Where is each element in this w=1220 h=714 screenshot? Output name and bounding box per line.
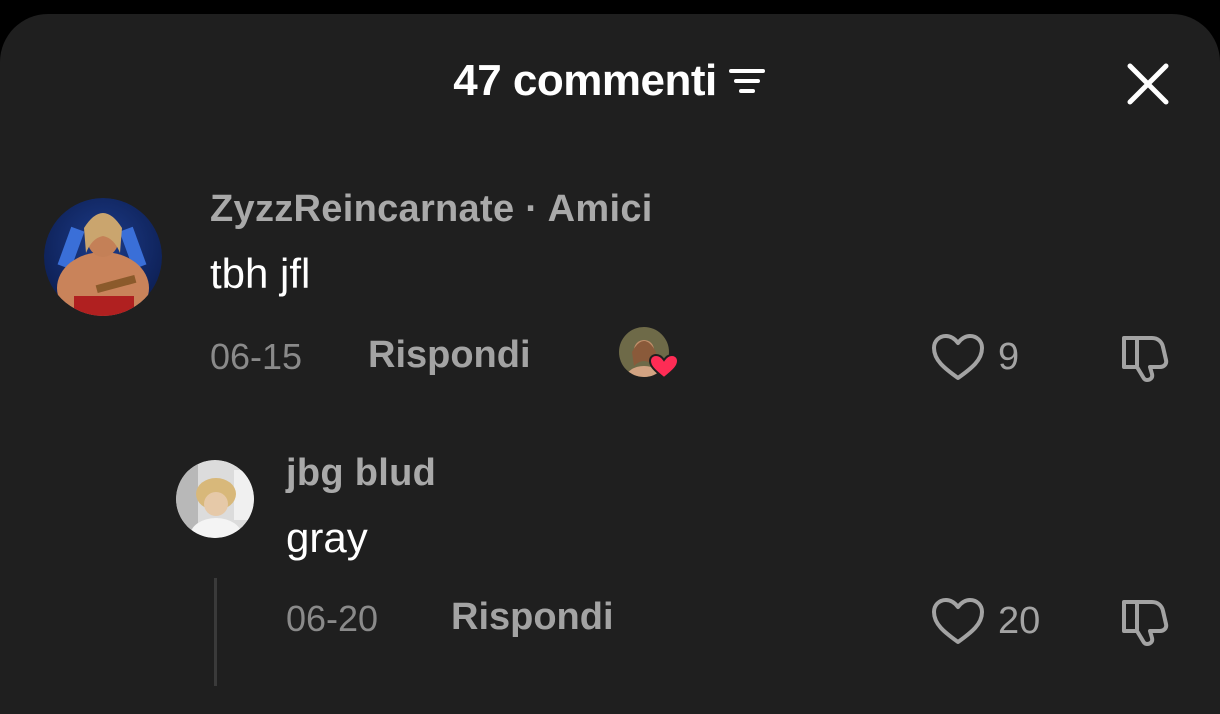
sort-lines-icon[interactable] [727,61,767,101]
heart-outline-icon[interactable] [930,596,986,646]
reply-button[interactable]: Rispondi [368,334,531,377]
comment-author-line: ZyzzReincarnate · Amici [210,188,653,231]
comment-text: tbh jfl [210,250,311,297]
friends-badge: Amici [547,188,653,230]
like-count: 20 [998,600,1041,642]
comments-count-title: 47 commenti [453,56,717,105]
thumbs-down-icon[interactable] [1118,330,1176,382]
comment-date: 06-15 [210,336,303,377]
reply-thread-line [214,578,217,686]
heart-outline-icon[interactable] [930,332,986,382]
like-count: 9 [998,336,1020,378]
username-separator: · [514,188,548,230]
creator-liked-avatar [619,327,680,380]
comments-header: 47 commenti [0,56,1220,106]
avatar[interactable] [176,460,254,538]
comment-username[interactable]: ZyzzReincarnate [210,188,514,230]
close-icon[interactable] [1126,62,1170,106]
comment-date: 06-20 [286,598,379,639]
reply-button[interactable]: Rispondi [451,596,614,639]
comment-username[interactable]: jbg blud [286,452,436,495]
comment-text: gray [286,514,368,561]
thumbs-down-icon[interactable] [1118,594,1176,646]
avatar[interactable] [44,198,162,316]
